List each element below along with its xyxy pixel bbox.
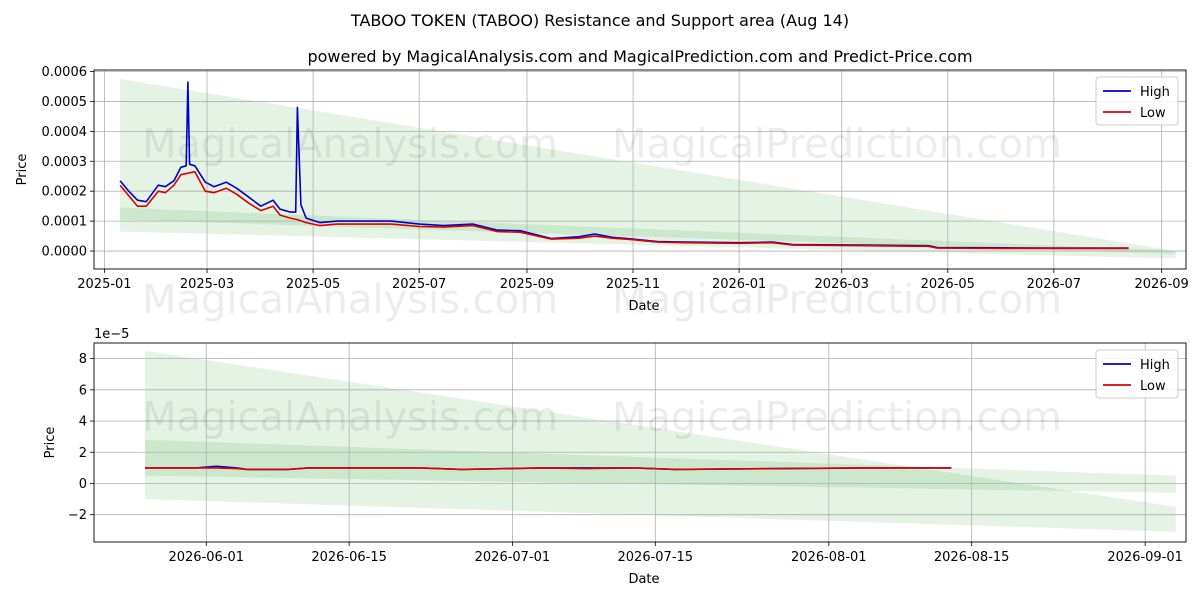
watermark-text: MagicalAnalysis.com [142,277,558,323]
y-tick-label: 0 [79,477,87,492]
y-tick-label: −2 [68,508,87,523]
y-tick-label: 0.0000 [42,245,88,260]
y-tick-label: 0.0005 [42,95,88,110]
y-tick-label: 0.0001 [42,215,88,230]
legend: High Low [1095,76,1179,126]
legend-label-high: High [1140,85,1170,100]
x-axis-label: Date [628,299,659,314]
x-tick-label: 2026-06-15 [311,550,387,565]
watermark-text: MagicalPrediction.com [612,395,1062,441]
y-tick-label: 0.0002 [42,185,88,200]
watermark-text: MagicalAnalysis.com [142,122,558,168]
y-axis-label: Price [15,154,30,186]
watermark-text: MagicalPrediction.com [612,122,1062,168]
chart-subtitle: powered by MagicalAnalysis.com and Magic… [307,47,972,66]
chart-title: TABOO TOKEN (TABOO) Resistance and Suppo… [350,11,849,30]
y-tick-label: 4 [79,415,87,430]
y-tick-label: 6 [79,383,87,398]
y-tick-label: 0.0003 [42,155,88,170]
x-tick-label: 2026-08-01 [791,550,867,565]
x-tick-label: 2026-06-01 [168,550,244,565]
support-resistance-band-0 [145,350,1176,532]
y-tick-label: 0.0006 [42,65,88,80]
y-tick-label: 0.0004 [42,125,88,140]
y-axis-label: Price [43,427,58,459]
chart-figure: TABOO TOKEN (TABOO) Resistance and Suppo… [15,11,1189,587]
y-scale-offset-label: 1e−5 [94,327,129,342]
legend-label-low: Low [1140,106,1166,121]
x-axis-label: Date [628,572,659,587]
x-tick-label: 2026-09-01 [1107,550,1183,565]
y-tick-label: 2 [79,446,87,461]
y-tick-label: 8 [79,352,87,367]
bottom-chart: 2026-06-01 2026-06-15 2026-07-01 2026-07-15… [43,327,1187,587]
legend: High Low [1095,349,1179,399]
legend-label-high: High [1140,358,1170,373]
x-tick-label: 2026-07-15 [618,550,694,565]
x-tick-label: 2026-08-15 [934,550,1010,565]
watermark-text: MagicalPrediction.com [612,277,1062,323]
x-tick-label: 2025-01 [77,277,131,292]
x-tick-label: 2026-09 [1134,277,1188,292]
legend-label-low: Low [1140,379,1166,394]
x-tick-label: 2026-07-01 [475,550,551,565]
top-chart: 2025-01 2025-03 2025-05 2025-07 2025-09 2025-… [15,65,1189,323]
watermark-text: MagicalAnalysis.com [142,395,558,441]
